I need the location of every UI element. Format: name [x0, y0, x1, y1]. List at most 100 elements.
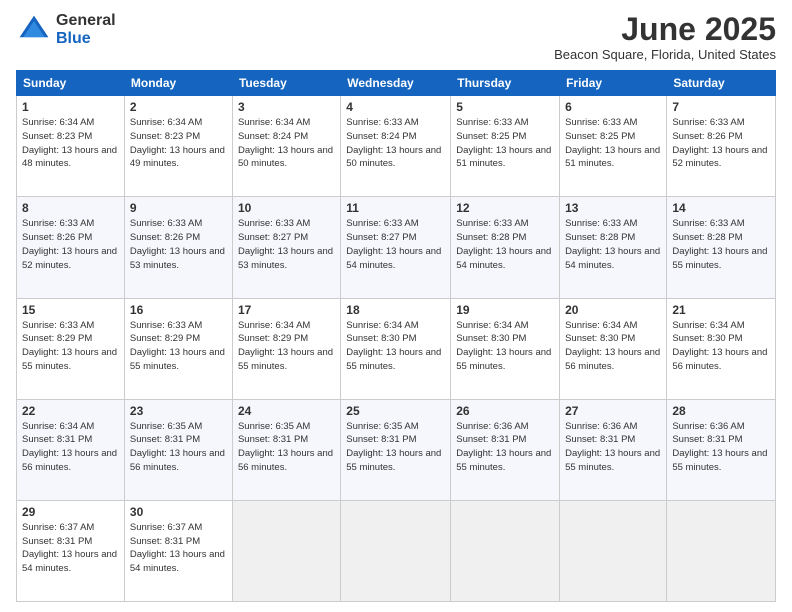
- day-info: Sunrise: 6:33 AMSunset: 8:26 PMDaylight:…: [672, 117, 767, 169]
- day-info: Sunrise: 6:36 AMSunset: 8:31 PMDaylight:…: [565, 421, 660, 473]
- header: General Blue June 2025 Beacon Square, Fl…: [16, 12, 776, 62]
- day-info: Sunrise: 6:34 AMSunset: 8:30 PMDaylight:…: [456, 320, 551, 372]
- day-info: Sunrise: 6:34 AMSunset: 8:23 PMDaylight:…: [130, 117, 225, 169]
- day-info: Sunrise: 6:33 AMSunset: 8:29 PMDaylight:…: [130, 320, 225, 372]
- table-row: 22 Sunrise: 6:34 AMSunset: 8:31 PMDayligh…: [17, 399, 125, 500]
- day-info: Sunrise: 6:33 AMSunset: 8:28 PMDaylight:…: [672, 218, 767, 270]
- day-number: 30: [130, 505, 227, 519]
- day-info: Sunrise: 6:37 AMSunset: 8:31 PMDaylight:…: [130, 522, 225, 574]
- header-tuesday: Tuesday: [232, 71, 340, 96]
- calendar-table: Sunday Monday Tuesday Wednesday Thursday…: [16, 70, 776, 602]
- title-block: June 2025 Beacon Square, Florida, United…: [554, 12, 776, 62]
- table-row: 20 Sunrise: 6:34 AMSunset: 8:30 PMDayligh…: [560, 298, 667, 399]
- table-row: [451, 500, 560, 601]
- day-info: Sunrise: 6:33 AMSunset: 8:28 PMDaylight:…: [456, 218, 551, 270]
- day-number: 18: [346, 303, 445, 317]
- day-number: 26: [456, 404, 554, 418]
- day-number: 3: [238, 100, 335, 114]
- table-row: 12 Sunrise: 6:33 AMSunset: 8:28 PMDayligh…: [451, 197, 560, 298]
- day-info: Sunrise: 6:37 AMSunset: 8:31 PMDaylight:…: [22, 522, 117, 574]
- day-number: 8: [22, 201, 119, 215]
- day-number: 15: [22, 303, 119, 317]
- day-info: Sunrise: 6:33 AMSunset: 8:27 PMDaylight:…: [238, 218, 333, 270]
- logo-blue: Blue: [56, 30, 116, 48]
- table-row: 25 Sunrise: 6:35 AMSunset: 8:31 PMDayligh…: [341, 399, 451, 500]
- day-number: 22: [22, 404, 119, 418]
- table-row: 29 Sunrise: 6:37 AMSunset: 8:31 PMDayligh…: [17, 500, 125, 601]
- day-info: Sunrise: 6:33 AMSunset: 8:25 PMDaylight:…: [456, 117, 551, 169]
- day-number: 14: [672, 201, 770, 215]
- day-info: Sunrise: 6:36 AMSunset: 8:31 PMDaylight:…: [456, 421, 551, 473]
- table-row: [667, 500, 776, 601]
- day-number: 17: [238, 303, 335, 317]
- day-info: Sunrise: 6:33 AMSunset: 8:27 PMDaylight:…: [346, 218, 441, 270]
- logo-text: General Blue: [56, 12, 116, 47]
- day-number: 21: [672, 303, 770, 317]
- day-info: Sunrise: 6:35 AMSunset: 8:31 PMDaylight:…: [130, 421, 225, 473]
- table-row: 10Sunrise: 6:33 AMSunset: 8:27 PMDayligh…: [232, 197, 340, 298]
- day-info: Sunrise: 6:33 AMSunset: 8:26 PMDaylight:…: [130, 218, 225, 270]
- table-row: 15 Sunrise: 6:33 AMSunset: 8:29 PMDayligh…: [17, 298, 125, 399]
- table-row: [232, 500, 340, 601]
- header-thursday: Thursday: [451, 71, 560, 96]
- day-number: 20: [565, 303, 661, 317]
- day-number: 24: [238, 404, 335, 418]
- day-number: 12: [456, 201, 554, 215]
- day-info: Sunrise: 6:34 AMSunset: 8:29 PMDaylight:…: [238, 320, 333, 372]
- table-row: [560, 500, 667, 601]
- day-number: 19: [456, 303, 554, 317]
- header-saturday: Saturday: [667, 71, 776, 96]
- day-info: Sunrise: 6:35 AMSunset: 8:31 PMDaylight:…: [238, 421, 333, 473]
- table-row: 24 Sunrise: 6:35 AMSunset: 8:31 PMDayligh…: [232, 399, 340, 500]
- header-monday: Monday: [124, 71, 232, 96]
- month-title: June 2025: [554, 12, 776, 47]
- table-row: 3Sunrise: 6:34 AMSunset: 8:24 PMDaylight…: [232, 96, 340, 197]
- page: General Blue June 2025 Beacon Square, Fl…: [0, 0, 792, 612]
- table-row: 5 Sunrise: 6:33 AMSunset: 8:25 PMDaylight…: [451, 96, 560, 197]
- table-row: 7 Sunrise: 6:33 AMSunset: 8:26 PMDaylight…: [667, 96, 776, 197]
- day-info: Sunrise: 6:35 AMSunset: 8:31 PMDaylight:…: [346, 421, 441, 473]
- table-row: 23Sunrise: 6:35 AMSunset: 8:31 PMDayligh…: [124, 399, 232, 500]
- day-number: 25: [346, 404, 445, 418]
- day-info: Sunrise: 6:34 AMSunset: 8:30 PMDaylight:…: [565, 320, 660, 372]
- header-sunday: Sunday: [17, 71, 125, 96]
- table-row: 11 Sunrise: 6:33 AMSunset: 8:27 PMDayligh…: [341, 197, 451, 298]
- header-friday: Friday: [560, 71, 667, 96]
- table-row: 4Sunrise: 6:33 AMSunset: 8:24 PMDaylight…: [341, 96, 451, 197]
- day-info: Sunrise: 6:34 AMSunset: 8:31 PMDaylight:…: [22, 421, 117, 473]
- day-number: 6: [565, 100, 661, 114]
- day-number: 29: [22, 505, 119, 519]
- table-row: 18 Sunrise: 6:34 AMSunset: 8:30 PMDayligh…: [341, 298, 451, 399]
- day-number: 2: [130, 100, 227, 114]
- day-number: 16: [130, 303, 227, 317]
- day-info: Sunrise: 6:33 AMSunset: 8:28 PMDaylight:…: [565, 218, 660, 270]
- day-info: Sunrise: 6:33 AMSunset: 8:26 PMDaylight:…: [22, 218, 117, 270]
- day-number: 4: [346, 100, 445, 114]
- table-row: 17 Sunrise: 6:34 AMSunset: 8:29 PMDayligh…: [232, 298, 340, 399]
- weekday-header-row: Sunday Monday Tuesday Wednesday Thursday…: [17, 71, 776, 96]
- day-number: 7: [672, 100, 770, 114]
- table-row: 9 Sunrise: 6:33 AMSunset: 8:26 PMDaylight…: [124, 197, 232, 298]
- logo-general: General: [56, 12, 116, 30]
- table-row: [341, 500, 451, 601]
- table-row: 1Sunrise: 6:34 AMSunset: 8:23 PMDaylight…: [17, 96, 125, 197]
- table-row: 26 Sunrise: 6:36 AMSunset: 8:31 PMDayligh…: [451, 399, 560, 500]
- day-info: Sunrise: 6:34 AMSunset: 8:23 PMDaylight:…: [22, 117, 117, 169]
- table-row: 6 Sunrise: 6:33 AMSunset: 8:25 PMDaylight…: [560, 96, 667, 197]
- table-row: 19 Sunrise: 6:34 AMSunset: 8:30 PMDayligh…: [451, 298, 560, 399]
- day-info: Sunrise: 6:33 AMSunset: 8:25 PMDaylight:…: [565, 117, 660, 169]
- day-number: 11: [346, 201, 445, 215]
- day-number: 27: [565, 404, 661, 418]
- day-info: Sunrise: 6:36 AMSunset: 8:31 PMDaylight:…: [672, 421, 767, 473]
- table-row: 27 Sunrise: 6:36 AMSunset: 8:31 PMDayligh…: [560, 399, 667, 500]
- day-info: Sunrise: 6:34 AMSunset: 8:30 PMDaylight:…: [672, 320, 767, 372]
- day-info: Sunrise: 6:33 AMSunset: 8:29 PMDaylight:…: [22, 320, 117, 372]
- day-number: 5: [456, 100, 554, 114]
- day-number: 9: [130, 201, 227, 215]
- day-number: 13: [565, 201, 661, 215]
- header-wednesday: Wednesday: [341, 71, 451, 96]
- day-number: 28: [672, 404, 770, 418]
- table-row: 2 Sunrise: 6:34 AMSunset: 8:23 PMDaylight…: [124, 96, 232, 197]
- table-row: 8 Sunrise: 6:33 AMSunset: 8:26 PMDaylight…: [17, 197, 125, 298]
- day-info: Sunrise: 6:34 AMSunset: 8:30 PMDaylight:…: [346, 320, 441, 372]
